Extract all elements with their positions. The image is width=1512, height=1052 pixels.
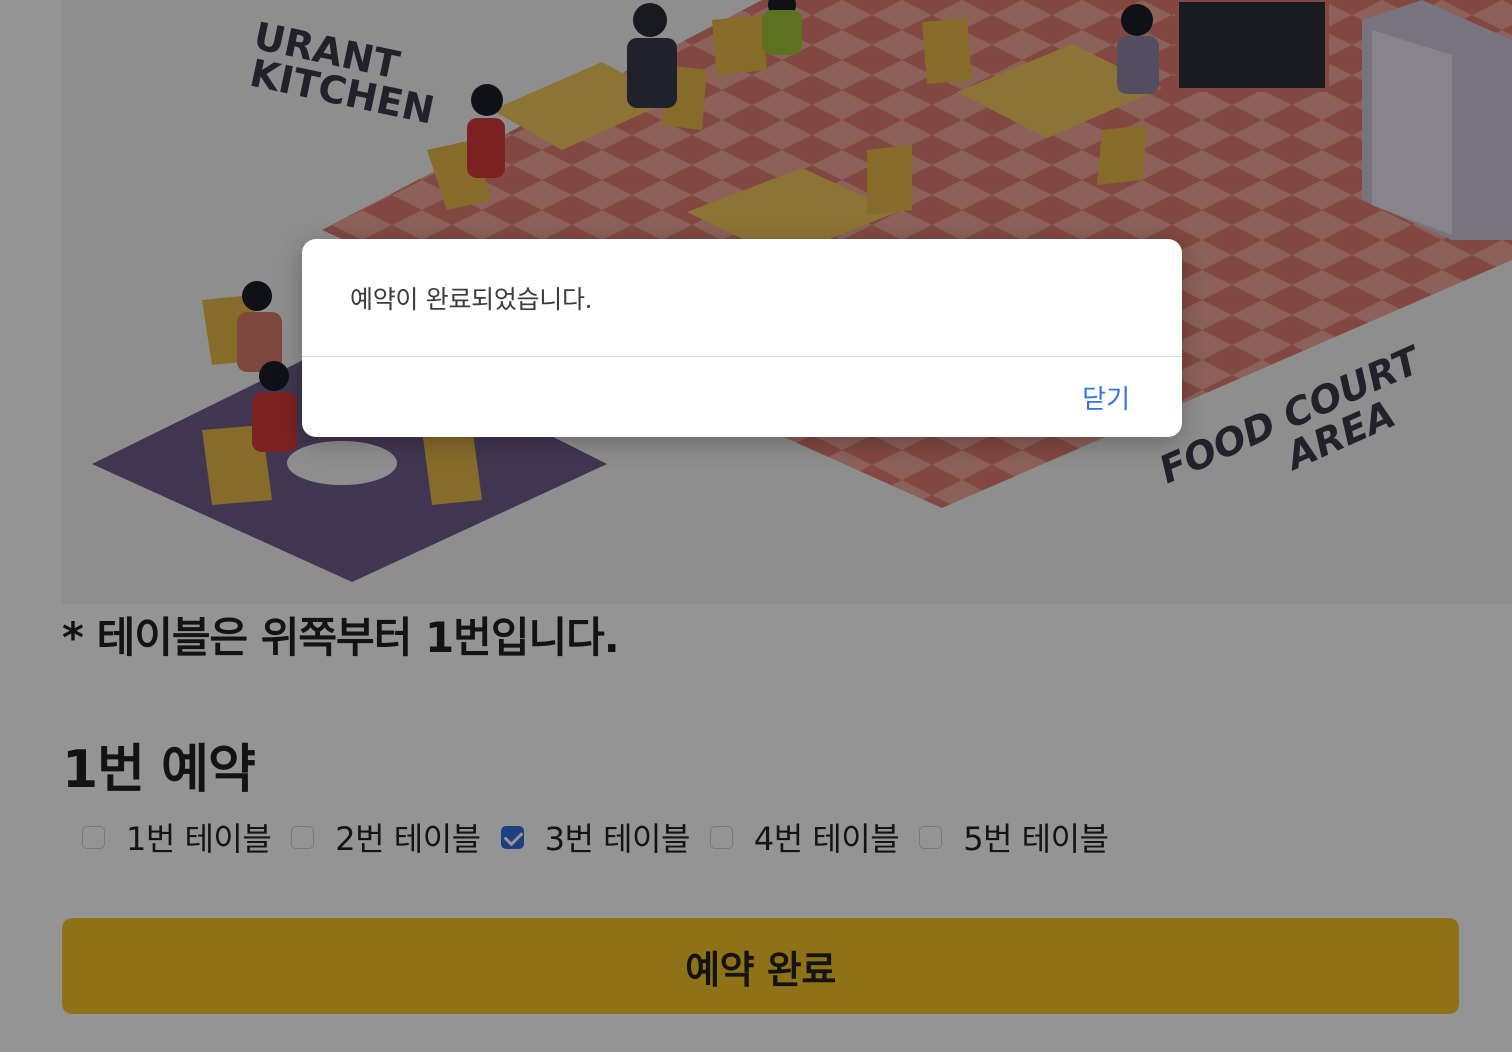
dialog-body: 예약이 완료되었습니다. (302, 239, 1182, 357)
reservation-page: URANT KITCHEN FOOD COURT AREA * 테이블은 위쪽부… (0, 0, 1512, 1052)
dialog-close-button[interactable]: 닫기 (1082, 379, 1130, 416)
dialog-message: 예약이 완료되었습니다. (350, 284, 593, 314)
reservation-complete-dialog: 예약이 완료되었습니다. 닫기 (302, 239, 1182, 437)
modal-backdrop[interactable] (0, 0, 1512, 1052)
dialog-footer: 닫기 (302, 357, 1182, 437)
